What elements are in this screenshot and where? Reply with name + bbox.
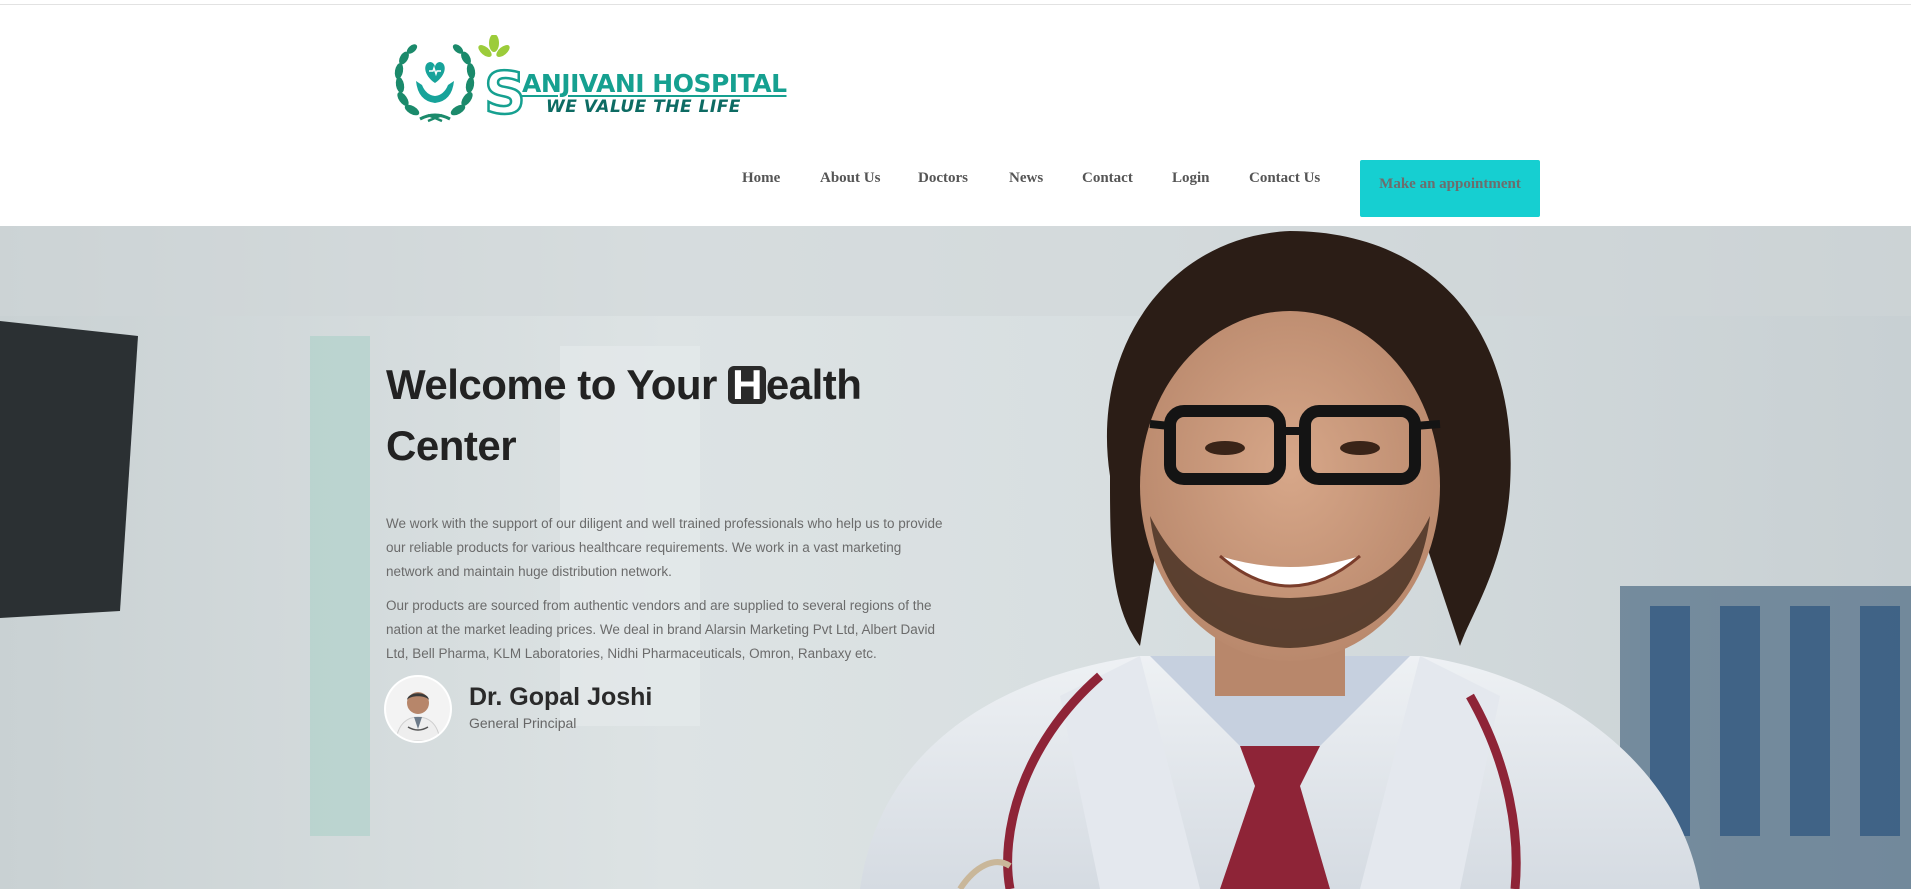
hero-section: Welcome to Your Health Center We work wi… xyxy=(0,226,1911,889)
nav-contact[interactable]: Contact xyxy=(1082,170,1133,187)
nav-contact-us[interactable]: Contact Us xyxy=(1249,170,1320,187)
nav-news[interactable]: News xyxy=(1009,170,1043,187)
hero-paragraph-1: We work with the support of our diligent… xyxy=(386,515,943,579)
doctor-name: Dr. Gopal Joshi xyxy=(469,683,653,711)
make-appointment-button[interactable]: Make an appointment xyxy=(1360,160,1540,217)
nav-home[interactable]: Home xyxy=(742,170,780,187)
brand-tagline: WE VALUE THE LIFE xyxy=(546,97,741,117)
hero-paragraph-2: Our products are sourced from authentic … xyxy=(386,597,936,661)
doctor-card: Dr. Gopal Joshi General Principal xyxy=(386,677,766,747)
smiling-doctor-photo xyxy=(0,226,1911,889)
hero-title: Welcome to Your Health Center xyxy=(386,361,862,469)
nav-about-us[interactable]: About Us xyxy=(820,170,880,187)
doctor-role: General Principal xyxy=(469,715,577,731)
hospital-h-icon: H xyxy=(728,364,766,406)
site-header: S ANJIVANI HOSPITAL WE VALUE THE LIFE Ho… xyxy=(0,5,1911,226)
avatar xyxy=(386,677,450,741)
nav-login[interactable]: Login xyxy=(1172,170,1210,187)
nav-doctors[interactable]: Doctors xyxy=(918,170,968,187)
svg-text:S: S xyxy=(484,59,526,127)
brand-name: ANJIVANI HOSPITAL xyxy=(522,69,787,98)
hospital-logo[interactable]: S ANJIVANI HOSPITAL WE VALUE THE LIFE xyxy=(390,35,787,127)
